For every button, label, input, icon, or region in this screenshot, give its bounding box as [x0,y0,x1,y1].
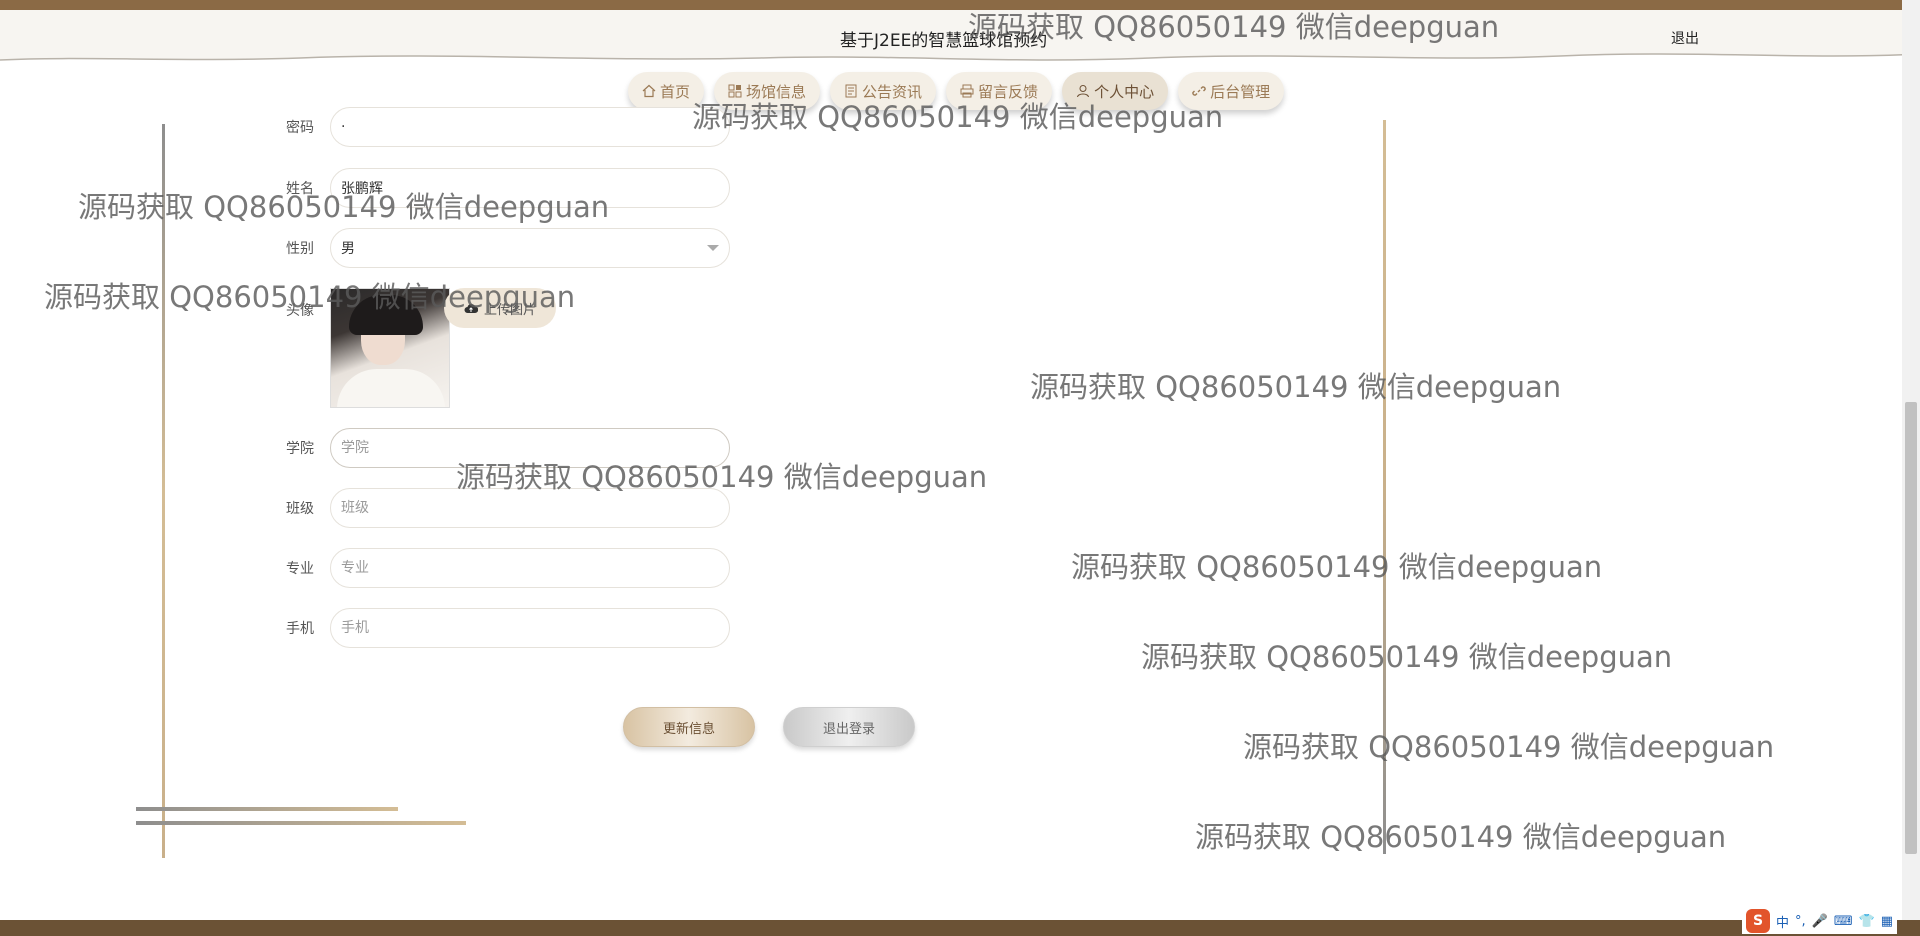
frame-line-right [1383,120,1386,854]
ime-logo-icon: S [1746,909,1770,933]
password-field[interactable]: · [330,107,730,147]
watermark: 源码获取 QQ86050149 微信deepguan [1030,370,1562,404]
chevron-down-icon [707,245,719,251]
major-input[interactable] [330,548,730,588]
nav-news[interactable]: 公告资讯 [830,72,937,110]
apps-grid-icon[interactable]: ▦ [1881,914,1893,929]
college-row: 学院 [262,428,730,468]
upload-image-label: 上传图片 [483,302,536,318]
password-row: 密码 · [262,107,730,147]
page: 基于J2EE的智慧篮球馆预约 退出 首页 场馆信息 公告资讯 留言反馈 个人中心… [0,0,1920,936]
update-info-button[interactable]: 更新信息 [623,707,755,747]
frame-line-bottom-2 [136,821,466,825]
gender-row: 性别 男 [262,228,730,268]
top-strip [0,0,1920,10]
class-input[interactable] [330,488,730,528]
upload-image-button[interactable]: 上传图片 [444,288,556,328]
document-icon [845,84,857,98]
watermark: 源码获取 QQ86050149 微信deepguan [1071,550,1603,584]
link-icon [1192,86,1206,96]
nav-venues[interactable]: 场馆信息 [714,72,821,110]
shirt-icon[interactable]: 👕 [1859,914,1875,929]
class-label: 班级 [286,501,314,517]
bottom-strip [0,920,1920,936]
nav-news-label: 公告资讯 [862,82,923,101]
microphone-icon[interactable]: 🎤 [1812,914,1828,929]
punctuation-icon[interactable]: °, [1795,914,1806,929]
grid-icon [728,84,742,98]
printer-icon [960,84,974,98]
ime-lang[interactable]: 中 [1776,912,1789,931]
nav-home[interactable]: 首页 [628,72,705,110]
watermark: 源码获取 QQ86050149 微信deepguan [1141,640,1673,674]
avatar-label: 头像 [286,303,314,319]
nav-feedback[interactable]: 留言反馈 [946,72,1053,110]
nav-profile[interactable]: 个人中心 [1062,72,1169,110]
phone-label: 手机 [286,621,314,637]
gender-value: 男 [341,241,355,257]
site-title: 基于J2EE的智慧篮球馆预约 [840,31,1048,51]
name-label: 姓名 [286,181,314,197]
nav-admin-label: 后台管理 [1210,82,1271,101]
nav-profile-label: 个人中心 [1094,82,1155,101]
gender-select[interactable]: 男 [330,228,730,268]
major-label: 专业 [286,561,314,577]
college-label: 学院 [286,441,314,457]
phone-input[interactable] [330,608,730,648]
user-icon [1077,85,1090,98]
cloud-upload-icon [464,304,478,313]
avatar-row: 头像 [262,288,450,408]
nav-home-label: 首页 [660,82,691,101]
watermark: 源码获取 QQ86050149 微信deepguan [1243,730,1775,764]
frame-line-bottom-1 [136,807,398,811]
gender-label: 性别 [286,241,314,257]
ime-toolbar[interactable]: S 中 °, 🎤 ⌨ 👕 ▦ [1742,908,1898,934]
phone-row: 手机 [262,608,730,648]
main-nav: 首页 场馆信息 公告资讯 留言反馈 个人中心 后台管理 [628,72,1285,110]
nav-venues-label: 场馆信息 [746,82,807,101]
nav-feedback-label: 留言反馈 [978,82,1039,101]
keyboard-icon[interactable]: ⌨ [1834,914,1853,929]
major-row: 专业 [262,548,730,588]
name-row: 姓名 张鹏辉 [262,168,730,208]
scrollbar-thumb[interactable] [1905,402,1917,854]
logout-button[interactable]: 退出登录 [783,707,915,747]
class-row: 班级 [262,488,730,528]
college-input[interactable] [330,428,730,468]
frame-line-left [162,124,165,858]
password-label: 密码 [286,120,314,136]
home-icon [642,84,656,98]
header-logout-link[interactable]: 退出 [1671,28,1699,48]
avatar-image [330,288,450,408]
nav-admin[interactable]: 后台管理 [1178,72,1285,110]
watermark: 源码获取 QQ86050149 微信deepguan [1195,820,1727,854]
name-field[interactable]: 张鹏辉 [330,168,730,208]
